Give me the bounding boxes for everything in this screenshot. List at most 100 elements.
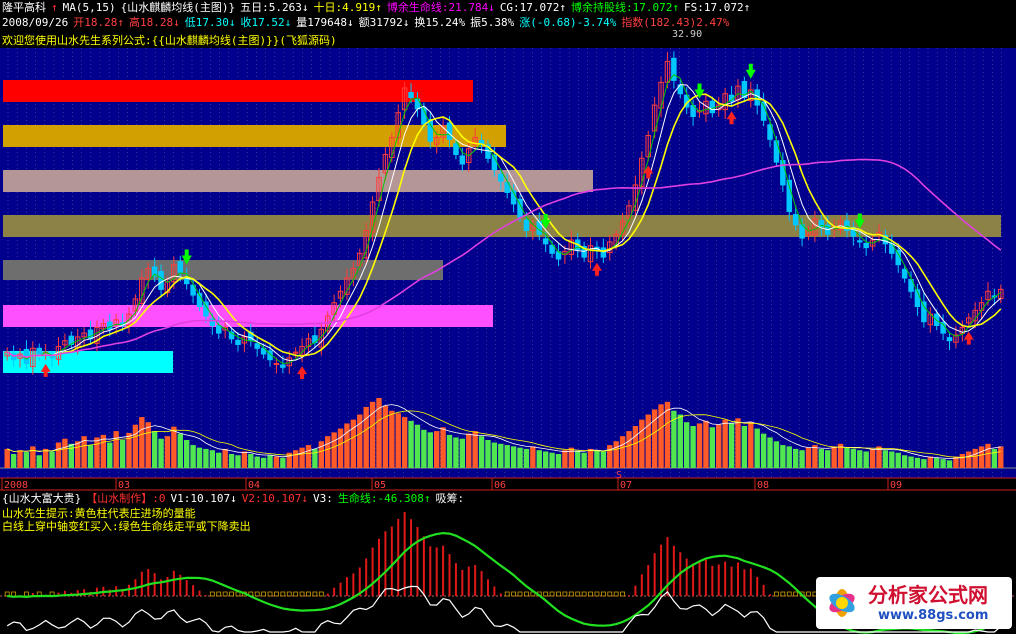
volume-bar <box>735 418 741 468</box>
volume-bar <box>30 446 36 468</box>
sub-red-bar <box>493 586 496 596</box>
volume-bar <box>389 410 395 468</box>
volume-bar <box>844 447 850 468</box>
sub-indicator-header: {山水大富大贵} 【山水制作】:0 V1:10.107↓ V2:10.107↓ V3: 生… <box>2 492 469 505</box>
volume-bar <box>94 437 100 468</box>
x-axis-bg <box>0 478 1016 491</box>
candle-body <box>254 343 260 349</box>
volume-bar <box>151 431 158 468</box>
sub-seg-5: 生命线:-46.308↑ <box>337 492 431 505</box>
volume-bar <box>248 454 254 468</box>
volume-bar <box>857 450 863 468</box>
volume-bar <box>716 424 722 468</box>
volume-bar <box>619 436 626 468</box>
volume-bar <box>709 427 716 468</box>
volume-bar <box>607 445 613 468</box>
candle-body <box>901 268 908 279</box>
sub-red-bar <box>339 582 342 596</box>
sub-red-bar <box>416 527 419 596</box>
volume-bar <box>414 424 421 468</box>
volume-bar <box>760 433 767 468</box>
volume-bar <box>235 455 241 468</box>
sub-red-bar <box>467 566 470 596</box>
sub-red-bar <box>435 547 438 596</box>
sub-red-bar <box>448 554 451 596</box>
quote-seg-1: 开18.28↑ <box>73 16 124 29</box>
candle-body <box>523 219 530 232</box>
sub-red-bar <box>769 594 772 596</box>
volume-bar <box>382 405 389 468</box>
volume-bar <box>748 422 754 468</box>
chart-canvas[interactable]: 2008 03 04 05 06 07 08 09 S <box>0 0 1016 634</box>
volume-bar <box>741 426 748 468</box>
volume-bar <box>395 413 401 468</box>
volume-bar <box>863 451 869 468</box>
sub-red-bar <box>730 566 733 596</box>
volume-bar <box>228 454 235 468</box>
volume-bar <box>177 433 183 468</box>
volume-bar <box>613 441 619 468</box>
volume-bar <box>337 428 344 468</box>
sub-red-bar <box>192 585 195 596</box>
volume-bar <box>549 452 555 468</box>
volume-bar <box>767 437 773 468</box>
sub-red-bar <box>640 574 643 596</box>
volume-bar <box>203 448 209 468</box>
volume-bar <box>677 414 683 468</box>
volume-bar <box>42 448 49 468</box>
volume-bar <box>799 450 805 468</box>
volume-bar <box>446 434 453 468</box>
watermark-logo: 分析家公式网 www.88gs.com <box>816 577 1012 629</box>
candle-body <box>921 301 927 323</box>
volume-bar <box>119 440 126 468</box>
candle-body <box>280 364 286 368</box>
volume-bar <box>914 457 921 468</box>
volume-bar <box>812 445 818 468</box>
candle-body <box>158 271 164 290</box>
sub-red-bar <box>147 568 150 596</box>
volume-bar <box>754 428 760 468</box>
sub-red-bar <box>384 531 387 596</box>
volume-bar <box>684 422 690 468</box>
candle-body <box>216 325 222 334</box>
volume-bar <box>478 436 485 468</box>
volume-bar <box>305 445 312 468</box>
volume-bar <box>703 420 709 468</box>
volume-bar <box>921 459 927 468</box>
volume-bar <box>318 441 324 468</box>
volume-bar <box>850 448 857 468</box>
volume-bar <box>145 422 151 468</box>
sub-red-bar <box>749 568 752 596</box>
sub-red-bar <box>422 536 425 596</box>
volume-bar <box>216 452 222 468</box>
volume-bar <box>825 450 831 468</box>
candle-body <box>857 240 863 243</box>
volume-bar <box>510 446 517 468</box>
volume-bar <box>55 442 62 468</box>
volume-bar <box>908 456 914 468</box>
volume-bar <box>626 431 632 468</box>
sub-red-bar <box>326 593 329 596</box>
volume-bar <box>196 447 203 468</box>
volume-bar <box>273 456 280 468</box>
volume-bar <box>331 432 337 468</box>
volume-bar <box>972 448 978 468</box>
volume-bar <box>581 452 587 468</box>
volume-bar <box>895 452 901 468</box>
sub-red-bar <box>756 576 759 596</box>
volume-bar <box>434 431 440 468</box>
volume-bar <box>292 450 299 468</box>
volume-bar <box>927 456 933 468</box>
volume-bar <box>49 451 55 468</box>
x-axis-label-6: 08 <box>757 480 769 491</box>
volume-bar <box>427 432 433 468</box>
x-axis-label-3: 05 <box>374 480 386 491</box>
volume-bar <box>209 450 216 468</box>
candle-body <box>273 363 280 365</box>
sub-red-bar <box>461 569 464 596</box>
x-axis-label-7: 09 <box>890 480 902 491</box>
volume-bar <box>260 457 267 468</box>
volume-bar <box>190 445 196 468</box>
volume-bar <box>587 448 594 468</box>
sub-seg-6: 吸筹: <box>435 492 465 505</box>
